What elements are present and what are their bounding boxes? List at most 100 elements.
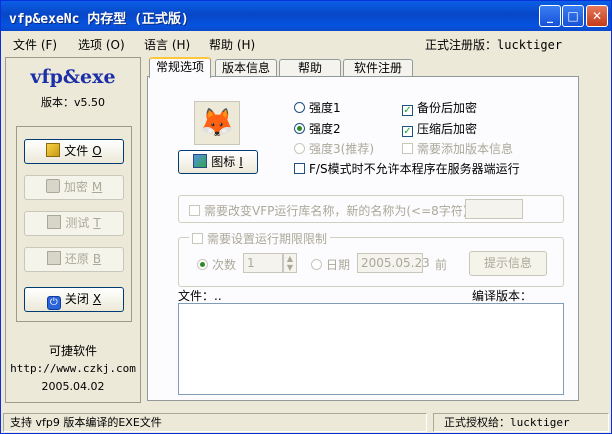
strength-3-radio[interactable]: 强度3(推荐) bbox=[294, 140, 374, 157]
exit-button-label: 关闭 bbox=[64, 292, 89, 306]
exit-button[interactable]: ⏻ 关闭 X bbox=[24, 287, 124, 312]
maximize-button[interactable]: □ bbox=[562, 5, 584, 27]
action-button-group: 文件 O 加密 M 测试 T 还原 B ⏻ 关闭 X bbox=[16, 126, 132, 322]
status-license: 正式授权给：lucktiger bbox=[433, 413, 609, 432]
compile-version-header: 编译版本： bbox=[472, 289, 533, 303]
menu-help[interactable]: 帮助 (H) bbox=[209, 36, 255, 53]
status-support-text: 支持 vfp9 版本编译的EXE文件 bbox=[3, 413, 427, 432]
checkbox-box bbox=[402, 143, 413, 154]
menu-file[interactable]: 文件 (F) bbox=[13, 36, 57, 53]
icon-button-label: 图标 bbox=[211, 155, 236, 169]
count-label: 次数 bbox=[212, 258, 237, 272]
test-button-key: T bbox=[93, 216, 101, 230]
radio-dot-selected bbox=[197, 259, 208, 270]
company-name: 可捷软件 bbox=[48, 344, 97, 358]
folder-icon bbox=[46, 143, 61, 157]
checkbox-box bbox=[294, 163, 305, 174]
restore-icon bbox=[46, 251, 61, 265]
general-tab-panel: 🦊 图标 I 强度1 强度2 强度3(推荐) ✓ 备份后加密 ✓ 压缩后加密 需要添加… bbox=[147, 76, 579, 401]
exit-button-key: X bbox=[92, 292, 102, 306]
radio-dot bbox=[294, 143, 305, 154]
tab-help[interactable]: 帮助 bbox=[279, 59, 341, 77]
rename-runtime-checkbox[interactable]: 需要改变VFP运行库名称，新的名称为(<=8字符) bbox=[189, 202, 467, 219]
tab-general[interactable]: 常规选项 bbox=[149, 57, 211, 78]
menu-options[interactable]: 选项 (O) bbox=[78, 36, 125, 53]
close-window-button[interactable]: ✕ bbox=[586, 5, 608, 27]
radio-dot-selected bbox=[294, 123, 305, 134]
menu-bar: 文件 (F) 选项 (O) 语言 (H) 帮助 (H) 正式注册版：luckti… bbox=[1, 31, 611, 55]
icon-button[interactable]: 图标 I bbox=[178, 150, 258, 174]
program-icon-preview: 🦊 bbox=[194, 101, 240, 145]
strength-2-radio[interactable]: 强度2 bbox=[294, 120, 341, 137]
encrypt-button[interactable]: 加密 M bbox=[24, 175, 124, 200]
file-button[interactable]: 文件 O bbox=[24, 139, 124, 164]
version-label: 版本：v5.50 bbox=[40, 96, 105, 109]
date-input[interactable]: 2005.05.23 bbox=[357, 253, 430, 273]
menu-language[interactable]: 语言 (H) bbox=[144, 36, 190, 53]
strength-1-radio[interactable]: 强度1 bbox=[294, 99, 341, 116]
checkbox-box bbox=[189, 205, 200, 216]
compress-label: 压缩后加密 bbox=[417, 122, 478, 136]
time-limit-label: 需要设置运行期限限制 bbox=[207, 232, 328, 246]
add-version-label: 需要添加版本信息 bbox=[417, 142, 514, 156]
tip-info-button[interactable]: 提示信息 bbox=[469, 251, 547, 276]
edition-user: lucktiger bbox=[497, 38, 563, 52]
window-title: vfp&exeNc 内存型 (正式版) bbox=[9, 12, 189, 27]
release-date: 2005.04.02 bbox=[41, 380, 105, 393]
license-label: 正式授权给： bbox=[444, 416, 510, 429]
company-website[interactable]: http://www.czkj.com bbox=[6, 362, 140, 375]
test-button[interactable]: 测试 T bbox=[24, 211, 124, 236]
tab-registration[interactable]: 软件注册 bbox=[343, 59, 413, 77]
compress-before-encrypt-checkbox[interactable]: ✓ 压缩后加密 bbox=[402, 120, 477, 137]
runtime-name-input[interactable] bbox=[465, 199, 523, 219]
lock-icon bbox=[45, 179, 60, 193]
count-radio[interactable]: 次数 bbox=[197, 256, 236, 273]
edition-label: 正式注册版： bbox=[425, 38, 498, 52]
time-limit-group: 需要设置运行期限限制 次数 1 ▲ ▼ 日期 2005.05.23 前 提示信息 bbox=[178, 230, 564, 287]
count-input[interactable]: 1 bbox=[243, 253, 283, 273]
left-panel: vfp&exe 版本：v5.50 文件 O 加密 M 测试 T 还原 B ⏻ 关闭 X 可捷… bbox=[5, 57, 141, 403]
app-logo: vfp&exe bbox=[30, 66, 116, 88]
checkmark-icon: ✓ bbox=[402, 105, 413, 116]
edition-info: 正式注册版：lucktiger bbox=[425, 36, 562, 53]
before-label: 前 bbox=[435, 258, 448, 272]
restore-button-key: B bbox=[92, 252, 102, 266]
add-version-info-checkbox[interactable]: 需要添加版本信息 bbox=[402, 140, 513, 157]
restore-button[interactable]: 还原 B bbox=[24, 247, 124, 272]
icon-change-icon bbox=[193, 154, 208, 168]
status-bar: 支持 vfp9 版本编译的EXE文件 正式授权给：lucktiger bbox=[1, 411, 611, 433]
strength-1-label: 强度1 bbox=[309, 101, 341, 115]
fox-icon: 🦊 bbox=[199, 106, 235, 139]
file-column-header: 文件：.. bbox=[178, 289, 222, 303]
time-limit-legend[interactable]: 需要设置运行期限限制 bbox=[189, 230, 331, 247]
tab-version-info[interactable]: 版本信息 bbox=[215, 59, 277, 77]
backup-label: 备份后加密 bbox=[417, 101, 478, 115]
encrypt-button-label: 加密 bbox=[63, 180, 88, 194]
date-radio[interactable]: 日期 bbox=[311, 256, 350, 273]
minimize-button[interactable]: _ bbox=[539, 5, 561, 27]
fs-mode-checkbox[interactable]: F/S模式时不允许本程序在服务器端运行 bbox=[294, 160, 520, 177]
rename-runtime-group: 需要改变VFP运行库名称，新的名称为(<=8字符) bbox=[178, 195, 564, 223]
fs-mode-label: F/S模式时不允许本程序在服务器端运行 bbox=[309, 162, 520, 176]
rename-runtime-label: 需要改变VFP运行库名称，新的名称为(<=8字符) bbox=[204, 204, 468, 218]
file-list[interactable] bbox=[178, 303, 564, 395]
encrypt-button-key: M bbox=[91, 180, 103, 194]
icon-button-key: I bbox=[239, 155, 243, 169]
power-icon: ⏻ bbox=[46, 296, 61, 310]
date-label: 日期 bbox=[326, 258, 351, 272]
radio-dot bbox=[311, 259, 322, 270]
file-button-label: 文件 bbox=[64, 144, 89, 158]
test-icon bbox=[47, 215, 62, 229]
checkmark-icon: ✓ bbox=[402, 126, 413, 137]
checkbox-box bbox=[192, 233, 203, 244]
title-bar: vfp&exeNc 内存型 (正式版) _ □ ✕ bbox=[1, 1, 611, 31]
file-button-key: O bbox=[92, 144, 102, 158]
backup-before-encrypt-checkbox[interactable]: ✓ 备份后加密 bbox=[402, 99, 477, 116]
test-button-label: 测试 bbox=[65, 216, 90, 230]
main-window: vfp&exeNc 内存型 (正式版) _ □ ✕ 文件 (F) 选项 (O) … bbox=[0, 0, 612, 434]
strength-2-label: 强度2 bbox=[309, 122, 341, 136]
radio-dot bbox=[294, 102, 305, 113]
restore-button-label: 还原 bbox=[64, 252, 89, 266]
count-spinner[interactable]: ▲ ▼ bbox=[283, 253, 297, 273]
license-user: lucktiger bbox=[510, 416, 570, 429]
